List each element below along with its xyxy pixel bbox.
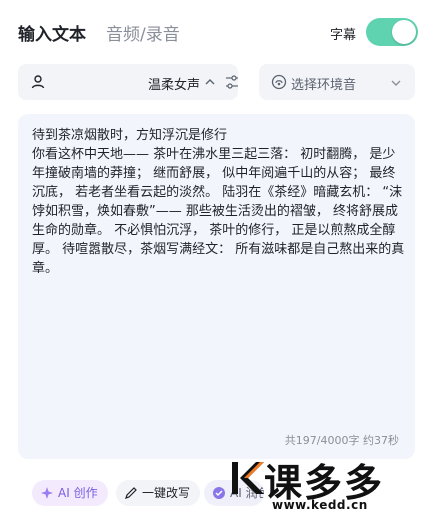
subtitle-toggle[interactable] [366,18,418,46]
tab-audio-recording[interactable]: 音频/录音 [106,20,180,45]
rewrite-label: 一键改写 [142,486,191,500]
sparkle-icon [41,487,53,499]
check-circle-icon [213,487,225,499]
k-logo-icon [232,462,264,494]
subtitle-label: 字幕 [330,28,357,43]
voice-selected-label: 温柔女声 [148,78,201,93]
environment-sound-icon [271,74,287,90]
character-counter: 共197/4000字 约37秒 [284,434,399,447]
ai-create-button[interactable]: AI 创作 [32,480,108,506]
header: 输入文本 音频/录音 字幕 [0,0,429,64]
editor-content[interactable]: 待到茶凉烟散时，方知浮沉是修行 你看这杯中天地—— 茶叶在沸水里三起三落： 初时… [32,126,408,278]
ai-create-label: AI 创作 [58,486,98,500]
chevron-up-icon[interactable] [204,76,216,88]
tab-text-input[interactable]: 输入文本 [18,20,86,45]
text-editor[interactable]: 待到茶凉烟散时，方知浮沉是修行 你看这杯中天地—— 茶叶在沸水里三起三落： 初时… [18,114,415,459]
watermark-logo: 课多多 www.kedd.cn [226,452,426,516]
pen-icon [125,487,137,499]
rewrite-button[interactable]: 一键改写 [116,480,201,506]
chevron-down-icon[interactable] [390,77,402,89]
environment-sound-selector[interactable]: 选择环境音 [259,64,415,100]
environment-sound-placeholder: 选择环境音 [291,78,357,93]
voice-selector[interactable]: 温柔女声 [18,64,238,100]
toggle-knob [392,20,416,44]
user-icon [31,75,45,89]
watermark-url: www.kedd.cn [272,498,368,512]
voice-settings-icon[interactable] [225,74,239,90]
